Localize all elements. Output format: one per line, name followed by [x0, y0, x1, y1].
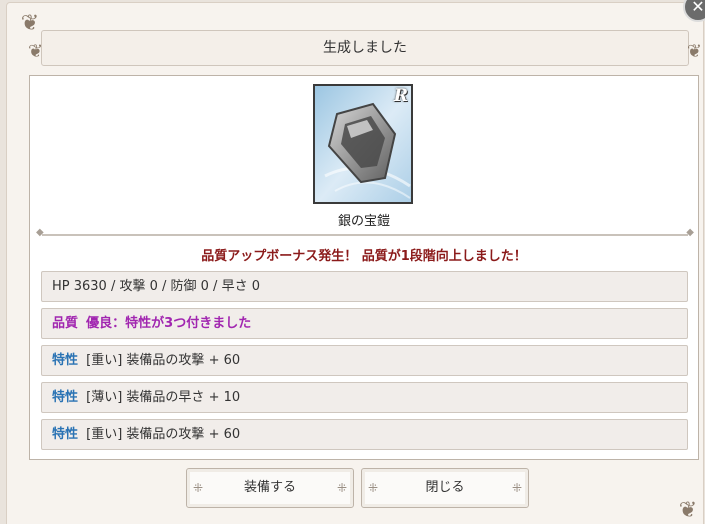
close-button[interactable]: ⁜ 閉じる ⁜	[361, 468, 529, 508]
trait-row: 特性 [重い] 装備品の攻撃 + 60	[41, 419, 688, 450]
item-name: 銀の宝鎧	[337, 214, 390, 229]
dialog-title: 生成しました	[323, 40, 407, 56]
dialog-title-bar: ❦ 生成しました ❦	[28, 30, 702, 66]
quality-label: 品質	[52, 316, 79, 331]
rarity-badge: R	[393, 86, 408, 106]
dialog-window: ❦ ❦ 生成しました ❦ R 銀の宝鎧 ◆ ◆ 品質アップボーナス発生！ 品質が…	[6, 2, 704, 524]
item-image: R	[313, 84, 413, 204]
equip-button-label: 装備する	[243, 480, 296, 495]
trait-row: 特性 [重い] 装備品の攻撃 + 60	[41, 345, 688, 376]
title-ornament-icon: ❦	[28, 41, 44, 62]
trait-label: 特性	[52, 427, 79, 442]
button-ornament-icon: ⁜	[193, 481, 204, 495]
button-ornament-icon: ⁜	[368, 481, 379, 495]
button-ornament-icon: ⁜	[511, 481, 522, 495]
close-button-label: 閉じる	[425, 480, 465, 495]
bonus-message: 品質アップボーナス発生！ 品質が1段階向上しました！	[201, 249, 527, 264]
equip-button[interactable]: ⁜ 装備する ⁜	[186, 468, 354, 508]
quality-value: 優良：特性が3つ付きました	[86, 316, 252, 331]
trait-text: [重い] 装備品の攻撃 + 60	[86, 427, 241, 442]
stats-row: HP 3630 / 攻撃 0 / 防御 0 / 早さ 0	[41, 271, 688, 302]
trait-label: 特性	[52, 353, 79, 368]
title-ornament-icon: ❦	[686, 41, 702, 62]
stats-text: HP 3630 / 攻撃 0 / 防御 0 / 早さ 0	[52, 279, 260, 294]
trait-text: [薄い] 装備品の早さ + 10	[86, 390, 241, 405]
corner-ornament-icon: ❦	[678, 498, 698, 523]
trait-text: [重い] 装備品の攻撃 + 60	[86, 353, 241, 368]
button-ornament-icon: ⁜	[336, 481, 347, 495]
result-panel: R 銀の宝鎧 品質アップボーナス発生！ 品質が1段階向上しました！ HP 363…	[29, 75, 699, 460]
trait-row: 特性 [薄い] 装備品の早さ + 10	[41, 382, 688, 413]
trait-label: 特性	[52, 390, 79, 405]
divider	[36, 227, 694, 238]
quality-row: 品質 優良：特性が3つ付きました	[41, 308, 688, 339]
